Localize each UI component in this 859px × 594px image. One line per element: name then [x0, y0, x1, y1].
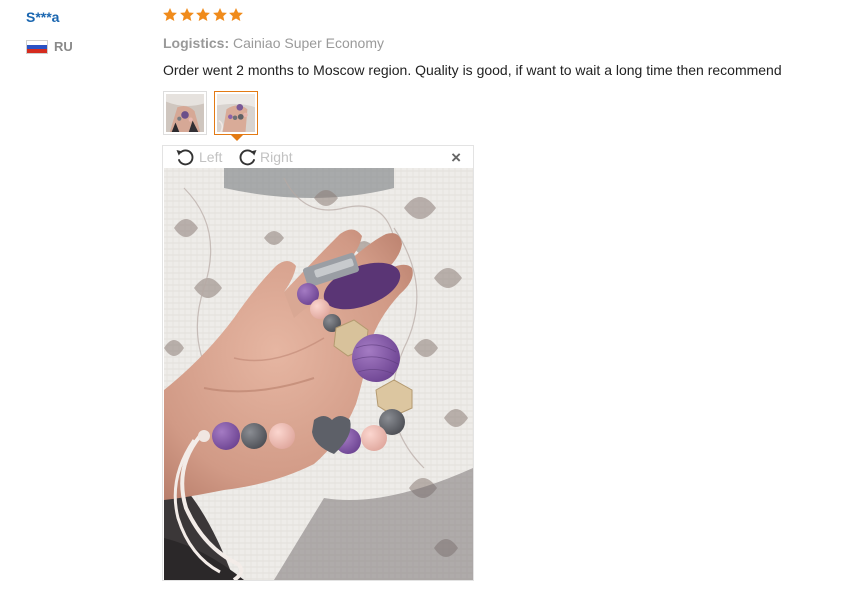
photo-thumbnail-1[interactable] [163, 91, 207, 135]
photo-thumbnail-image [217, 94, 255, 132]
review-photo [164, 168, 473, 580]
logistics-info: Logistics: Cainiao Super Economy [163, 35, 384, 51]
star-icon [179, 8, 194, 21]
feedback-item: S***a RU Logistics: Cainiao Super Econom… [0, 0, 859, 594]
star-icon [196, 8, 210, 21]
star-rating [162, 7, 245, 23]
star-icon [163, 8, 177, 21]
rotate-left-button[interactable]: Left [174, 147, 222, 167]
rotate-right-icon [239, 149, 257, 166]
star-icon [229, 8, 243, 21]
rotate-left-icon [176, 149, 194, 166]
rotate-left-label: Left [199, 149, 223, 165]
photo-viewer-toolbar: Left Right × [163, 146, 473, 168]
photo-viewer: Left Right × [162, 145, 474, 581]
rotate-right-label: Right [260, 149, 293, 165]
active-thumbnail-pointer [231, 135, 243, 141]
close-viewer-button[interactable]: × [451, 149, 461, 166]
review-comment: Order went 2 months to Moscow region. Qu… [163, 62, 782, 78]
photo-thumbnail-2[interactable] [214, 91, 258, 135]
user-country: RU [26, 39, 73, 54]
russia-flag-icon [26, 39, 48, 54]
logistics-value: Cainiao Super Economy [233, 35, 384, 51]
rotate-right-button[interactable]: Right [235, 147, 293, 167]
photo-thumbnail-image [166, 94, 204, 132]
user-name[interactable]: S***a [26, 9, 59, 25]
close-icon: × [451, 148, 461, 167]
logistics-label: Logistics: [163, 35, 230, 51]
star-icon [212, 8, 227, 21]
country-code: RU [54, 39, 73, 54]
